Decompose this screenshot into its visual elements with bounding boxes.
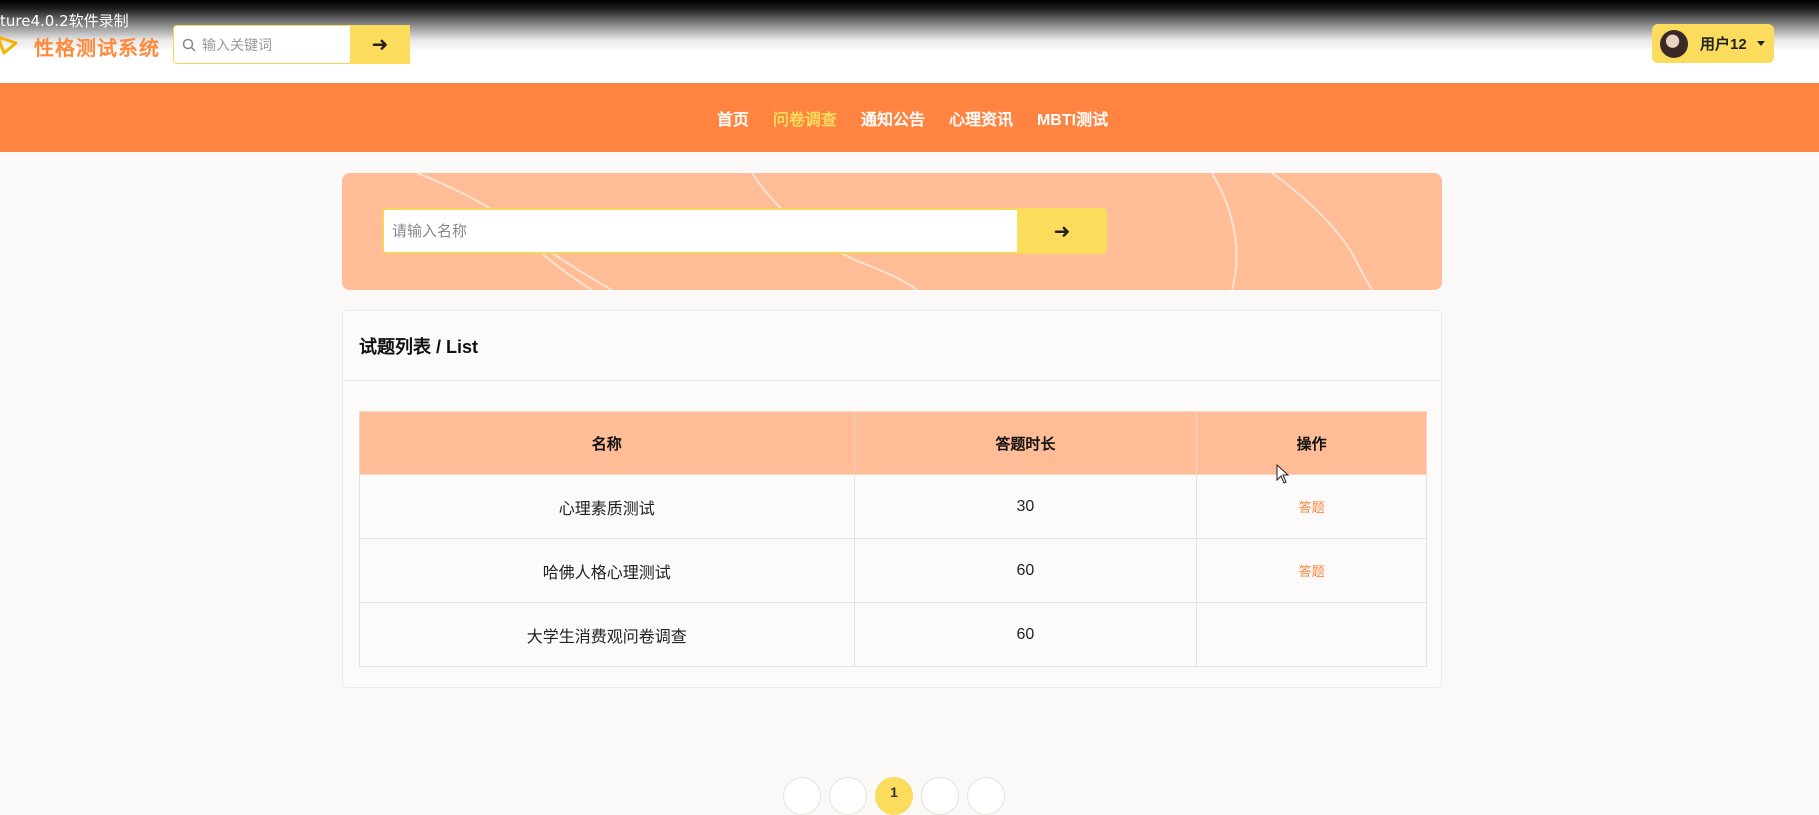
search-banner: ➜ xyxy=(342,173,1442,290)
column-header-action: 操作 xyxy=(1196,411,1427,475)
row-name: 大学生消费观问卷调查 xyxy=(359,602,855,667)
arrow-right-icon: ➜ xyxy=(1053,220,1071,243)
pagination-current-page[interactable]: 1 xyxy=(875,777,913,815)
answer-link[interactable]: 答题 xyxy=(1299,500,1325,515)
mouse-cursor-icon xyxy=(1276,464,1290,484)
table-row: 哈佛人格心理测试 60 答题 xyxy=(359,538,1427,603)
column-header-name: 名称 xyxy=(359,411,855,475)
top-header: ture4.0.2软件录制 性格测试系统 ➜ 用户12 xyxy=(0,0,1819,83)
table-row: 大学生消费观问卷调查 60 xyxy=(359,602,1427,667)
nav-item-survey[interactable]: 问卷调查 xyxy=(773,106,837,130)
pagination-prev-button[interactable] xyxy=(829,777,867,815)
search-icon xyxy=(182,38,196,52)
recorder-watermark: ture4.0.2软件录制 xyxy=(0,12,129,30)
question-list-card: 试题列表 / List 名称 答题时长 操作 心理素质测试 30 答题 哈佛人格… xyxy=(342,310,1442,688)
header-search-button[interactable]: ➜ xyxy=(350,25,410,64)
row-action-cell xyxy=(1196,602,1427,667)
row-duration: 60 xyxy=(853,538,1198,603)
arrow-right-icon: ➜ xyxy=(371,34,389,56)
row-name: 哈佛人格心理测试 xyxy=(359,538,855,603)
answer-link[interactable]: 答题 xyxy=(1299,564,1325,579)
pagination: 1 xyxy=(783,777,1005,815)
pagination-last-button[interactable] xyxy=(967,777,1005,815)
pagination-first-button[interactable] xyxy=(783,777,821,815)
user-menu-button[interactable]: 用户12 xyxy=(1652,24,1774,63)
row-name: 心理素质测试 xyxy=(359,474,855,539)
row-action-cell: 答题 xyxy=(1196,474,1427,539)
row-duration: 30 xyxy=(853,474,1198,539)
avatar xyxy=(1660,29,1688,58)
nav-item-psych-news[interactable]: 心理资讯 xyxy=(949,106,1013,130)
table-header-row: 名称 答题时长 操作 xyxy=(359,411,1427,475)
user-name: 用户12 xyxy=(1700,36,1747,53)
main-nav: 首页 问卷调查 通知公告 心理资讯 MBTI测试 xyxy=(0,83,1819,152)
table-row: 心理素质测试 30 答题 xyxy=(359,474,1427,539)
nav-item-mbti[interactable]: MBTI测试 xyxy=(1037,106,1108,130)
nav-item-home[interactable]: 首页 xyxy=(717,106,749,130)
row-duration: 60 xyxy=(853,602,1198,667)
column-header-duration: 答题时长 xyxy=(853,411,1198,475)
question-table: 名称 答题时长 操作 心理素质测试 30 答题 哈佛人格心理测试 60 答题 大… xyxy=(359,411,1427,667)
list-title: 试题列表 / List xyxy=(343,311,1441,381)
caret-down-icon xyxy=(1756,41,1765,46)
pagination-next-button[interactable] xyxy=(921,777,959,815)
row-action-cell: 答题 xyxy=(1196,538,1427,603)
site-logo-text[interactable]: 性格测试系统 xyxy=(34,32,160,61)
name-search-button[interactable]: ➜ xyxy=(1017,208,1107,254)
nav-item-notice[interactable]: 通知公告 xyxy=(861,106,925,130)
logo-icon xyxy=(0,36,18,55)
name-search-input[interactable] xyxy=(382,208,1059,254)
